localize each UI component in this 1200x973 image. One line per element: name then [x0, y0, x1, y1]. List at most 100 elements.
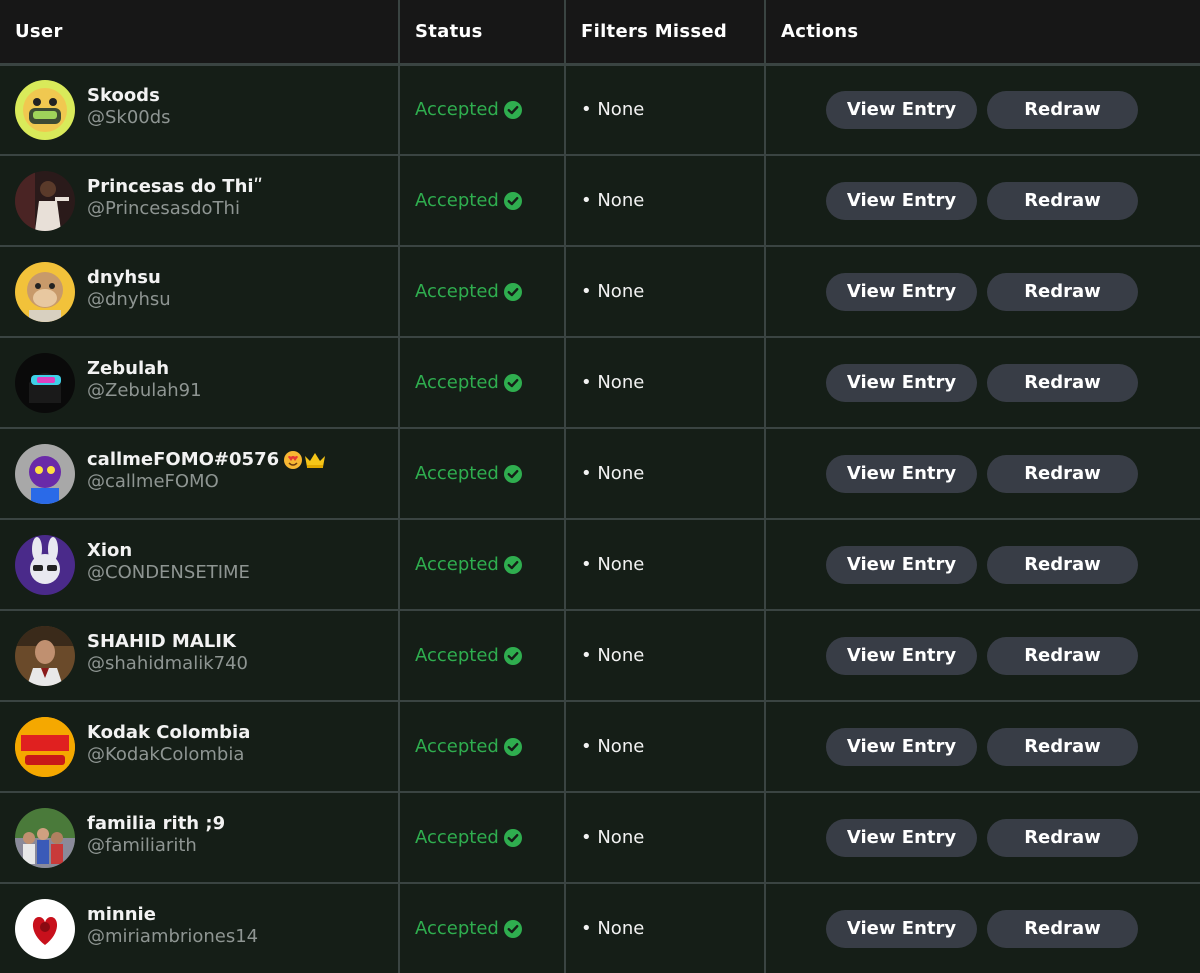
status-text: Accepted [415, 645, 499, 666]
monkey-avatar-icon[interactable] [15, 79, 75, 140]
check-circle-icon [503, 828, 522, 847]
crown-emoji-icon [305, 452, 326, 468]
table-row: callmeFOMO#0576 @callmeFOMO Accepted • N… [0, 428, 1200, 520]
view-entry-button[interactable]: View Entry [826, 272, 977, 311]
ape-avatar-icon[interactable] [15, 261, 75, 322]
user-cell: callmeFOMO#0576 @callmeFOMO [15, 443, 398, 504]
status-text: Accepted [415, 463, 499, 484]
user-handle[interactable]: @CONDENSETIME [87, 562, 250, 584]
user-handle[interactable]: @shahidmalik740 [87, 653, 248, 675]
status-badge: Accepted [415, 190, 564, 211]
filters-missed-value: • None [581, 645, 645, 666]
user-cell: Xion @CONDENSETIME [15, 534, 398, 595]
view-entry-button[interactable]: View Entry [826, 636, 977, 675]
user-handle[interactable]: @Zebulah91 [87, 380, 202, 402]
filters-missed-value: • None [581, 463, 645, 484]
view-entry-button[interactable]: View Entry [826, 454, 977, 493]
status-badge: Accepted [415, 554, 564, 575]
user-display-name: familia rith ;9 [87, 812, 226, 834]
man-photo-avatar-icon[interactable] [15, 625, 75, 686]
status-badge: Accepted [415, 918, 564, 939]
redraw-button[interactable]: Redraw [987, 90, 1138, 129]
entries-table: User Status Filters Missed Actions Skood… [0, 0, 1200, 973]
filters-missed-value: • None [581, 827, 645, 848]
heart-eyes-emoji-icon [284, 450, 303, 469]
status-badge: Accepted [415, 645, 564, 666]
status-text: Accepted [415, 918, 499, 939]
status-text: Accepted [415, 554, 499, 575]
user-cell: dnyhsu @dnyhsu [15, 261, 398, 322]
status-text: Accepted [415, 281, 499, 302]
redraw-button[interactable]: Redraw [987, 727, 1138, 766]
user-display-name: Princesas do Thiʺ [87, 175, 263, 197]
user-display-name: Kodak Colombia [87, 721, 251, 743]
user-cell: Zebulah @Zebulah91 [15, 352, 398, 413]
status-badge: Accepted [415, 99, 564, 120]
group-photo-avatar-icon[interactable] [15, 807, 75, 868]
view-entry-button[interactable]: View Entry [826, 909, 977, 948]
table-row: SHAHID MALIK @shahidmalik740 Accepted • … [0, 610, 1200, 702]
view-entry-button[interactable]: View Entry [826, 363, 977, 402]
rose-heart-avatar-icon[interactable] [15, 898, 75, 959]
filters-missed-value: • None [581, 736, 645, 757]
user-cell: Kodak Colombia @KodakColombia [15, 716, 398, 777]
bunny-avatar-icon[interactable] [15, 534, 75, 595]
user-display-name: Skoods [87, 84, 160, 106]
check-circle-icon [503, 555, 522, 574]
view-entry-button[interactable]: View Entry [826, 545, 977, 584]
redraw-button[interactable]: Redraw [987, 818, 1138, 857]
purple-creature-avatar-icon[interactable] [15, 443, 75, 504]
entries-table-container: User Status Filters Missed Actions Skood… [0, 0, 1200, 973]
filters-missed-value: • None [581, 918, 645, 939]
filters-missed-value: • None [581, 554, 645, 575]
user-handle[interactable]: @dnyhsu [87, 289, 171, 311]
column-header-actions: Actions [765, 0, 1200, 66]
redraw-button[interactable]: Redraw [987, 545, 1138, 584]
view-entry-button[interactable]: View Entry [826, 818, 977, 857]
person-avatar-icon[interactable] [15, 170, 75, 231]
status-text: Accepted [415, 736, 499, 757]
status-badge: Accepted [415, 827, 564, 848]
user-cell: Skoods @Sk00ds [15, 79, 398, 140]
redraw-button[interactable]: Redraw [987, 181, 1138, 220]
vr-avatar-icon[interactable] [15, 352, 75, 413]
filters-missed-value: • None [581, 99, 645, 121]
user-handle[interactable]: @Sk00ds [87, 107, 171, 129]
user-handle[interactable]: @PrincesasdoThi [87, 198, 263, 220]
check-circle-icon [503, 646, 522, 665]
user-cell: minnie @miriambriones14 [15, 898, 398, 959]
user-handle[interactable]: @KodakColombia [87, 744, 250, 766]
view-entry-button[interactable]: View Entry [826, 90, 977, 129]
user-display-name: Zebulah [87, 357, 170, 379]
user-display-name: dnyhsu [87, 266, 161, 288]
view-entry-button[interactable]: View Entry [826, 727, 977, 766]
user-display-name: Xion [87, 539, 133, 561]
table-row: familia rith ;9 @familiarith Accepted • … [0, 792, 1200, 884]
check-circle-icon [503, 100, 522, 119]
user-display-name: SHAHID MALIK [87, 630, 236, 652]
user-display-name: callmeFOMO#0576 [87, 449, 326, 471]
redraw-button[interactable]: Redraw [987, 636, 1138, 675]
user-cell: Princesas do Thiʺ @PrincesasdoThi [15, 170, 398, 231]
view-entry-button[interactable]: View Entry [826, 181, 977, 220]
status-text: Accepted [415, 372, 499, 393]
column-header-status: Status [399, 0, 566, 66]
redraw-button[interactable]: Redraw [987, 272, 1138, 311]
table-row: minnie @miriambriones14 Accepted • None … [0, 883, 1200, 973]
redraw-button[interactable]: Redraw [987, 363, 1138, 402]
table-row: Xion @CONDENSETIME Accepted • None View … [0, 519, 1200, 611]
filters-missed-value: • None [581, 372, 645, 393]
status-badge: Accepted [415, 463, 564, 484]
table-body: Skoods @Sk00ds Accepted • None View Entr… [0, 64, 1200, 973]
filters-missed-value: • None [581, 190, 645, 211]
status-badge: Accepted [415, 736, 564, 757]
user-handle[interactable]: @callmeFOMO [87, 471, 326, 493]
user-handle[interactable]: @familiarith [87, 835, 225, 857]
redraw-button[interactable]: Redraw [987, 454, 1138, 493]
user-handle[interactable]: @miriambriones14 [87, 926, 258, 948]
redraw-button[interactable]: Redraw [987, 909, 1138, 948]
kodak-logo-avatar-icon[interactable] [15, 716, 75, 777]
status-badge: Accepted [415, 281, 564, 302]
filters-missed-value: • None [581, 281, 645, 302]
status-badge: Accepted [415, 372, 564, 393]
